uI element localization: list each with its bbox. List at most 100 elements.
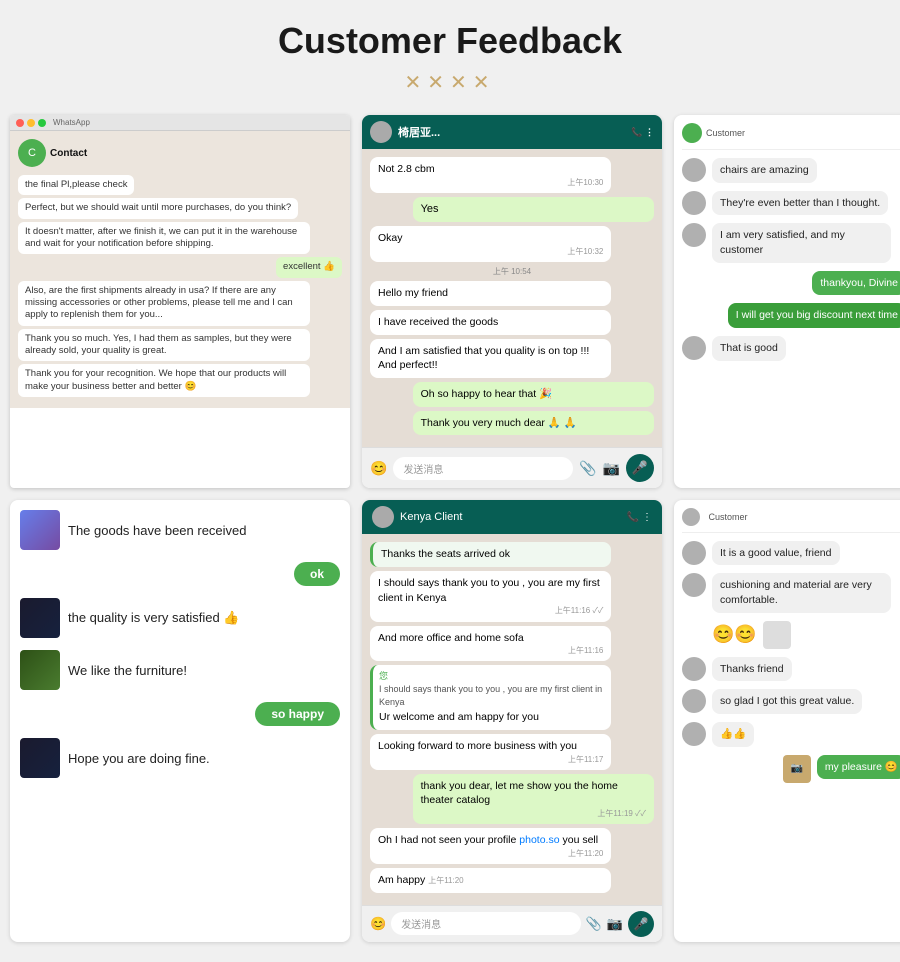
msg-cushioning: cushioning and material are very comfort…	[682, 573, 900, 612]
thumbnail-3	[20, 650, 60, 690]
avatar	[682, 158, 706, 182]
discount-bubble: I will get you big discount next time	[728, 303, 900, 328]
chat-header: Customer	[682, 123, 900, 150]
msg-my-pleasure: my pleasure 😊 📷	[682, 755, 900, 783]
msg-thanks-friend: Thanks friend	[682, 657, 900, 682]
msg-first-client: I should says thank you to you , you are…	[370, 571, 611, 622]
msg-yes: Yes	[413, 197, 654, 222]
chat-screenshot-bottomleft: The goods have been received ok the qual…	[10, 500, 350, 942]
wa-header-icons: 📞 ⋮	[627, 512, 652, 523]
msg-seats-arrived: Thanks the seats arrived ok	[370, 542, 611, 567]
contact-avatar	[370, 121, 392, 143]
msg-not-cbm: Not 2.8 cbm上午10:30	[370, 157, 611, 193]
chat-screenshot-bottomright: Customer It is a good value, friend cush…	[674, 500, 900, 942]
better-bubble: They're even better than I thought.	[712, 191, 888, 216]
wa-body: Thanks the seats arrived ok I should say…	[362, 534, 662, 905]
contact-avatar: C	[18, 139, 46, 167]
emoji-icons: 😊😊	[712, 624, 757, 645]
avatar	[682, 336, 706, 360]
msg-am-happy: Am happy 上午11:20	[370, 868, 611, 893]
wa-contact-name: Kenya Client	[400, 511, 462, 523]
msg-hope-doing-fine: Hope you are doing fine.	[20, 738, 340, 778]
thumbnail	[763, 621, 791, 649]
avatar	[682, 722, 706, 746]
emoji-icon[interactable]: 😊	[370, 916, 386, 932]
thumbs-bubble: 👍👍	[712, 722, 754, 747]
avatar	[682, 223, 706, 247]
msg-6: Thank you for your recognition. We hope …	[18, 364, 310, 397]
wa-header: Kenya Client 📞 ⋮	[362, 500, 662, 534]
titlebar: WhatsApp	[10, 115, 350, 131]
contact-name: 椅居亚...	[398, 124, 440, 140]
msg-1: the final Pl,please check	[18, 175, 134, 195]
attach-icon[interactable]: 📎	[586, 916, 602, 932]
decorative-divider: ✕✕✕✕	[404, 70, 495, 95]
msg-show-catalog: thank you dear, let me show you the home…	[413, 774, 654, 825]
chat-info: C Contact	[18, 139, 342, 167]
emoji-icon[interactable]: 😊	[370, 460, 387, 477]
msg-good-value: It is a good value, friend	[682, 541, 900, 566]
divider-time: 上午 10:54	[370, 266, 654, 277]
attach-icon[interactable]: 📎	[579, 460, 596, 477]
input-bar[interactable]: 😊 发送消息 📎 📷 🎤	[362, 447, 662, 488]
chat-screenshot-topleft: WhatsApp C Contact the final Pl,please c…	[10, 115, 350, 488]
msg-received-goods: I have received the goods	[370, 310, 611, 335]
mobile-chat-body: Not 2.8 cbm上午10:30 Yes Okay上午10:32 上午 10…	[362, 149, 662, 447]
msg-that-is-good: That is good	[682, 336, 900, 361]
emoji-row: 😊😊	[712, 621, 900, 649]
msg-office-sofa: And more office and home sofa 上午11:16	[370, 626, 611, 662]
msg-4: Also, are the first shipments already in…	[18, 281, 310, 326]
camera-icon[interactable]: 📷	[603, 460, 620, 477]
close-dot	[16, 119, 24, 127]
photo-thumbnail: 📷	[783, 755, 811, 783]
thumbnail-4	[20, 738, 60, 778]
thumbnail-2	[20, 598, 60, 638]
thankyou-divine-bubble: thankyou, Divine	[812, 271, 900, 296]
chairs-bubble: chairs are amazing	[712, 158, 817, 183]
br-contact: Customer	[708, 512, 747, 522]
satisfied-bubble: I am very satisfied, and my customer	[712, 223, 891, 262]
good-bubble: That is good	[712, 336, 786, 361]
doing-fine-text: Hope you are doing fine.	[68, 751, 340, 766]
chat-screenshot-bottommiddle: Kenya Client 📞 ⋮ Thanks the seats arrive…	[362, 500, 662, 942]
minimize-dot	[27, 119, 35, 127]
header-icons: 📞 ⋮	[631, 127, 654, 138]
br-header: Customer	[682, 508, 900, 532]
camera-icon[interactable]: 📷	[607, 916, 623, 932]
msg-chairs: chairs are amazing	[682, 158, 900, 183]
br-avatar	[682, 508, 700, 526]
msg-quote-row: 您I should says thank you to you , you ar…	[370, 665, 611, 729]
quote-header: 您I should says thank you to you , you ar…	[379, 670, 603, 708]
window-title: WhatsApp	[53, 118, 90, 127]
goods-received-text: The goods have been received	[68, 523, 340, 538]
contact-dot	[682, 123, 702, 143]
wa-input-bar[interactable]: 😊 发送消息 📎 📷 🎤	[362, 905, 662, 942]
mic-button[interactable]: 🎤	[626, 454, 654, 482]
so-glad-bubble: so glad I got this great value.	[712, 689, 862, 714]
chat-screenshot-topright: Customer chairs are amazing They're even…	[674, 115, 900, 488]
msg-goods-received: The goods have been received	[20, 510, 340, 550]
mic-button[interactable]: 🎤	[628, 911, 654, 937]
msg-profile: Oh I had not seen your profile photo.so …	[370, 828, 611, 864]
cushioning-bubble: cushioning and material are very comfort…	[712, 573, 891, 612]
msg-thankyou: Thank you very much dear 🙏 🙏	[413, 411, 654, 436]
msg-so-happy: so happy	[20, 702, 340, 726]
msg-looking-forward: Looking forward to more business with yo…	[370, 734, 611, 770]
msg-sent-excellent: excellent 👍	[18, 257, 342, 280]
thanks-friend-bubble: Thanks friend	[712, 657, 792, 682]
msg-happy: Oh so happy to hear that 🎉	[413, 382, 654, 407]
message-input[interactable]: 发送消息	[393, 457, 573, 480]
msg-discount: I will get you big discount next time	[682, 303, 900, 328]
msg-ok-reply: ok	[20, 562, 340, 586]
avatar	[682, 689, 706, 713]
pleasure-bubble: my pleasure 😊	[817, 755, 900, 780]
wa-message-input[interactable]: 发送消息	[391, 912, 580, 935]
msg-like-furniture: We like the furniture!	[20, 650, 340, 690]
contact-name: Contact	[50, 148, 87, 159]
msg-so-glad: so glad I got this great value.	[682, 689, 900, 714]
msg-very-satisfied: I am very satisfied, and my customer	[682, 223, 900, 262]
msg-better: They're even better than I thought.	[682, 191, 900, 216]
avatar	[682, 541, 706, 565]
wa-contact-avatar	[372, 506, 394, 528]
msg-3: It doesn't matter, after we finish it, w…	[18, 222, 310, 255]
